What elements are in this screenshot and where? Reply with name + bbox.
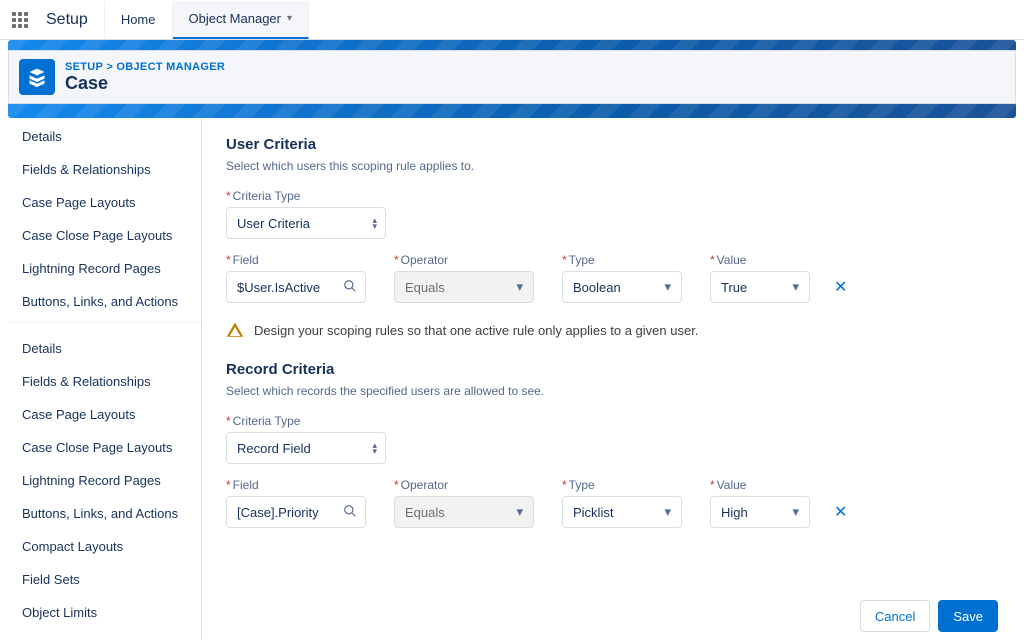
chevron-down-icon: ▾	[792, 504, 799, 520]
criteria-type-label: Criteria Type	[226, 414, 992, 428]
user-field-lookup[interactable]: $User.IsActive	[226, 271, 366, 303]
chevron-down-icon: ▾	[287, 13, 292, 24]
search-icon	[343, 504, 357, 521]
type-label: Type	[562, 253, 682, 267]
remove-row-button[interactable]: ✕	[834, 496, 847, 528]
chevron-down-icon: ▾	[516, 279, 523, 295]
user-operator-select[interactable]: Equals ▾	[394, 271, 534, 303]
user-field-value: $User.IsActive	[237, 280, 320, 295]
sidebar-item-details[interactable]: Details	[8, 332, 201, 365]
spinner-icon: ▴▾	[372, 217, 377, 229]
sidebar-item-case-page-layouts[interactable]: Case Page Layouts	[8, 186, 201, 219]
chevron-down-icon: ▾	[792, 279, 799, 295]
user-operator-value: Equals	[405, 280, 445, 295]
sidebar-item-fields-relationships[interactable]: Fields & Relationships	[8, 365, 201, 398]
sidebar-divider	[8, 322, 201, 332]
sidebar[interactable]: Details Fields & Relationships Case Page…	[8, 118, 202, 640]
record-criteria-type-select[interactable]: Record Field ▴▾	[226, 432, 386, 464]
sidebar-item-lightning-record-pages[interactable]: Lightning Record Pages	[8, 252, 201, 285]
app-launcher-icon[interactable]	[0, 0, 40, 40]
warning-banner: Design your scoping rules so that one ac…	[226, 303, 992, 361]
record-field-lookup[interactable]: [Case].Priority	[226, 496, 366, 528]
footer: Cancel Save	[860, 600, 998, 632]
operator-label: Operator	[394, 478, 534, 492]
tab-home[interactable]: Home	[104, 1, 173, 39]
section-help: Select which records the specified users…	[226, 384, 992, 398]
body: Details Fields & Relationships Case Page…	[8, 118, 1016, 640]
record-operator-value: Equals	[405, 505, 445, 520]
breadcrumb[interactable]: SETUP > OBJECT MANAGER	[65, 61, 225, 73]
chevron-down-icon: ▾	[516, 504, 523, 520]
sidebar-item-case-page-layouts[interactable]: Case Page Layouts	[8, 398, 201, 431]
record-field-value: [Case].Priority	[237, 505, 319, 520]
decor-band-top	[8, 40, 1016, 50]
section-title-user-criteria: User Criteria	[226, 136, 992, 153]
record-value-select[interactable]: High ▾	[710, 496, 810, 528]
record-type-value: Picklist	[573, 505, 613, 520]
chevron-down-icon: ▾	[664, 504, 671, 520]
tab-object-manager[interactable]: Object Manager ▾	[173, 1, 310, 39]
user-value-value: True	[721, 280, 747, 295]
criteria-type-label: Criteria Type	[226, 189, 992, 203]
sidebar-item-lightning-record-pages[interactable]: Lightning Record Pages	[8, 464, 201, 497]
remove-row-button[interactable]: ✕	[834, 271, 847, 303]
criteria-type-select[interactable]: User Criteria ▴▾	[226, 207, 386, 239]
record-type-select[interactable]: Picklist ▾	[562, 496, 682, 528]
value-label: Value	[710, 478, 810, 492]
user-type-select[interactable]: Boolean ▾	[562, 271, 682, 303]
field-label: Field	[226, 253, 366, 267]
warning-text: Design your scoping rules so that one ac…	[254, 323, 698, 338]
save-button[interactable]: Save	[938, 600, 998, 632]
sidebar-item-record-types[interactable]: Record Types	[8, 629, 201, 640]
topbar: Setup Home Object Manager ▾	[0, 0, 1024, 40]
record-criteria-type-value: Record Field	[237, 441, 311, 456]
page-header: SETUP > OBJECT MANAGER Case	[8, 50, 1016, 104]
object-icon	[19, 59, 55, 95]
warning-icon	[226, 321, 244, 339]
tab-label: Object Manager	[189, 11, 282, 26]
record-operator-select[interactable]: Equals ▾	[394, 496, 534, 528]
operator-label: Operator	[394, 253, 534, 267]
sidebar-item-buttons-links-actions[interactable]: Buttons, Links, and Actions	[8, 285, 201, 318]
section-title-record-criteria: Record Criteria	[226, 361, 992, 378]
sidebar-item-fields-relationships[interactable]: Fields & Relationships	[8, 153, 201, 186]
sidebar-item-case-close-page-layouts[interactable]: Case Close Page Layouts	[8, 431, 201, 464]
value-label: Value	[710, 253, 810, 267]
sidebar-item-details[interactable]: Details	[8, 120, 201, 153]
chevron-down-icon: ▾	[664, 279, 671, 295]
user-type-value: Boolean	[573, 280, 621, 295]
sidebar-item-field-sets[interactable]: Field Sets	[8, 563, 201, 596]
criteria-type-value: User Criteria	[237, 216, 310, 231]
sidebar-item-compact-layouts[interactable]: Compact Layouts	[8, 530, 201, 563]
content-scroll[interactable]: User Criteria Select which users this sc…	[202, 118, 1016, 640]
sidebar-item-case-close-page-layouts[interactable]: Case Close Page Layouts	[8, 219, 201, 252]
cancel-button[interactable]: Cancel	[860, 600, 930, 632]
app-name: Setup	[40, 11, 104, 29]
type-label: Type	[562, 478, 682, 492]
tab-label: Home	[121, 12, 156, 27]
record-value-value: High	[721, 505, 748, 520]
sidebar-item-object-limits[interactable]: Object Limits	[8, 596, 201, 629]
spinner-icon: ▴▾	[372, 442, 377, 454]
field-label: Field	[226, 478, 366, 492]
page-title: Case	[65, 73, 225, 93]
decor-band-bottom	[8, 104, 1016, 118]
section-help: Select which users this scoping rule app…	[226, 159, 992, 173]
user-value-select[interactable]: True ▾	[710, 271, 810, 303]
search-icon	[343, 279, 357, 296]
sidebar-item-buttons-links-actions[interactable]: Buttons, Links, and Actions	[8, 497, 201, 530]
